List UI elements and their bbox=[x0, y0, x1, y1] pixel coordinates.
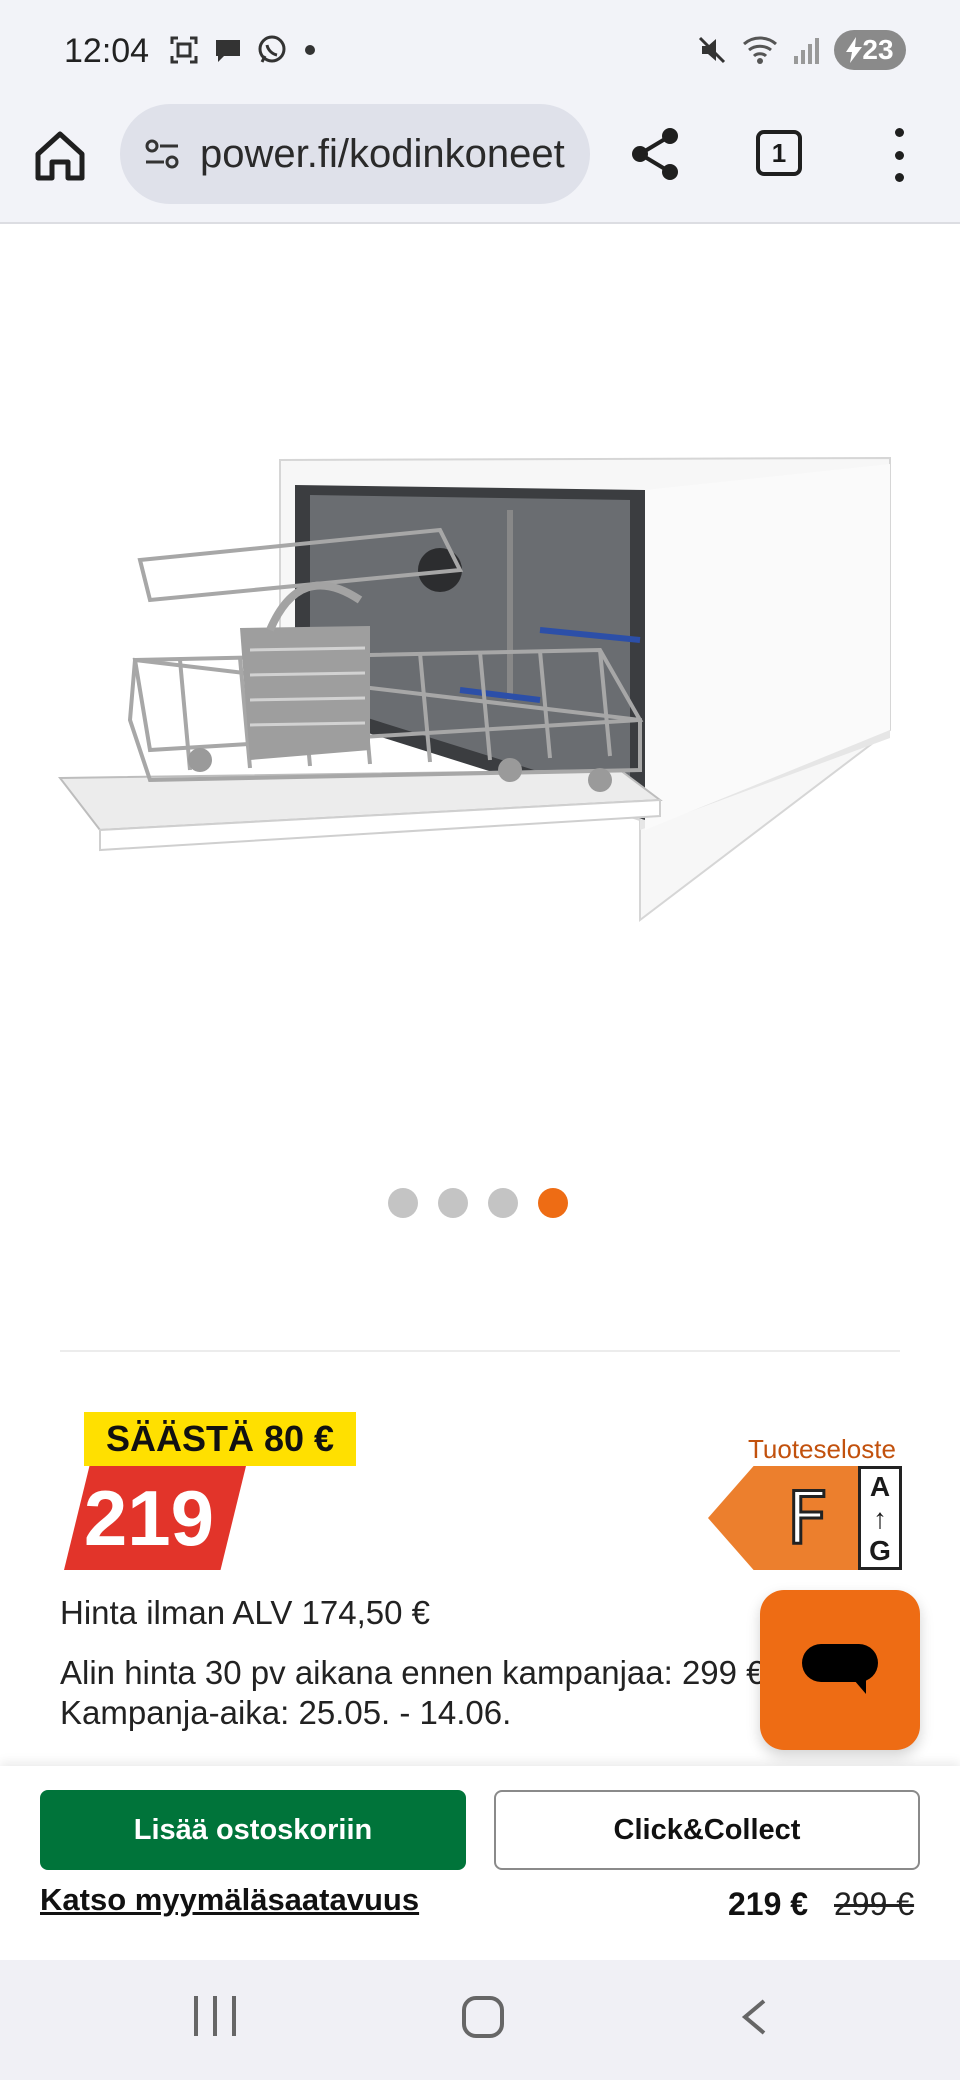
store-availability-link[interactable]: Katso myymäläsaatavuus bbox=[40, 1882, 419, 1918]
status-right-icons: 23 bbox=[696, 30, 906, 70]
home-icon[interactable] bbox=[32, 124, 88, 188]
lowest-price-30-days: Alin hinta 30 pv aikana ennen kampanjaa:… bbox=[60, 1654, 765, 1691]
price-without-vat: Hinta ilman ALV 174,50 € bbox=[60, 1594, 430, 1631]
system-nav-bar bbox=[0, 1960, 960, 2080]
sticky-purchase-bar: Lisää ostoskoriin Click&Collect Katso my… bbox=[0, 1766, 960, 1960]
signal-icon bbox=[794, 38, 819, 64]
status-bar: 12:04 23 bbox=[0, 0, 960, 104]
sticky-current-price: 219 € bbox=[728, 1886, 809, 1922]
chat-bubble-icon bbox=[802, 1644, 878, 1694]
browser-toolbar: power.fi/kodinkoneet 1 bbox=[0, 104, 960, 224]
divider bbox=[60, 1350, 900, 1352]
mute-icon bbox=[698, 36, 726, 64]
add-to-cart-button[interactable]: Lisää ostoskoriin bbox=[40, 1790, 466, 1870]
energy-scale-top: A bbox=[869, 1471, 891, 1502]
product-info-sheet-link[interactable]: Tuoteseloste bbox=[748, 1434, 896, 1465]
back-icon[interactable] bbox=[740, 1998, 768, 2036]
battery-level: 23 bbox=[862, 34, 894, 65]
carousel-dot[interactable] bbox=[388, 1188, 418, 1218]
chat-button[interactable] bbox=[760, 1590, 920, 1750]
share-icon[interactable] bbox=[626, 124, 686, 184]
energy-scale: A ↑ G bbox=[858, 1466, 902, 1570]
energy-label[interactable]: F A ↑ G bbox=[708, 1466, 902, 1570]
home-nav-icon[interactable] bbox=[462, 1996, 504, 2038]
sticky-old-price: 299 € bbox=[834, 1886, 915, 1922]
url-text: power.fi/kodinkoneet bbox=[200, 131, 565, 176]
energy-class: F bbox=[785, 1475, 829, 1562]
tab-switcher-button[interactable]: 1 bbox=[756, 130, 802, 176]
status-time: 12:04 bbox=[64, 32, 150, 70]
carousel-dot[interactable] bbox=[438, 1188, 468, 1218]
chat-icon bbox=[216, 40, 240, 62]
charging-icon bbox=[846, 37, 863, 63]
energy-scale-arrow: ↑ bbox=[873, 1503, 887, 1534]
energy-scale-bottom: G bbox=[869, 1535, 891, 1566]
image-carousel-dots bbox=[388, 1188, 568, 1218]
price-badge: 219 bbox=[64, 1466, 246, 1570]
tab-count: 1 bbox=[771, 137, 787, 168]
status-left-icons bbox=[168, 34, 320, 66]
click-collect-button[interactable]: Click&Collect bbox=[494, 1790, 920, 1870]
save-badge: SÄÄSTÄ 80 € bbox=[84, 1412, 357, 1466]
wifi-icon bbox=[743, 36, 777, 64]
more-menu-icon[interactable] bbox=[884, 128, 914, 182]
whatsapp-icon bbox=[258, 35, 286, 63]
address-bar[interactable]: power.fi/kodinkoneet bbox=[120, 104, 590, 204]
dot-icon bbox=[305, 45, 315, 55]
battery-indicator: 23 bbox=[834, 30, 906, 70]
campaign-period: Kampanja-aika: 25.05. - 14.06. bbox=[60, 1694, 512, 1731]
screenshot-icon bbox=[170, 36, 198, 64]
energy-class-arrow: F bbox=[708, 1466, 860, 1570]
site-settings-icon[interactable] bbox=[142, 134, 182, 174]
recents-icon[interactable] bbox=[194, 1996, 236, 2036]
product-image[interactable] bbox=[40, 400, 920, 940]
carousel-dot-active[interactable] bbox=[538, 1188, 568, 1218]
carousel-dot[interactable] bbox=[488, 1188, 518, 1218]
